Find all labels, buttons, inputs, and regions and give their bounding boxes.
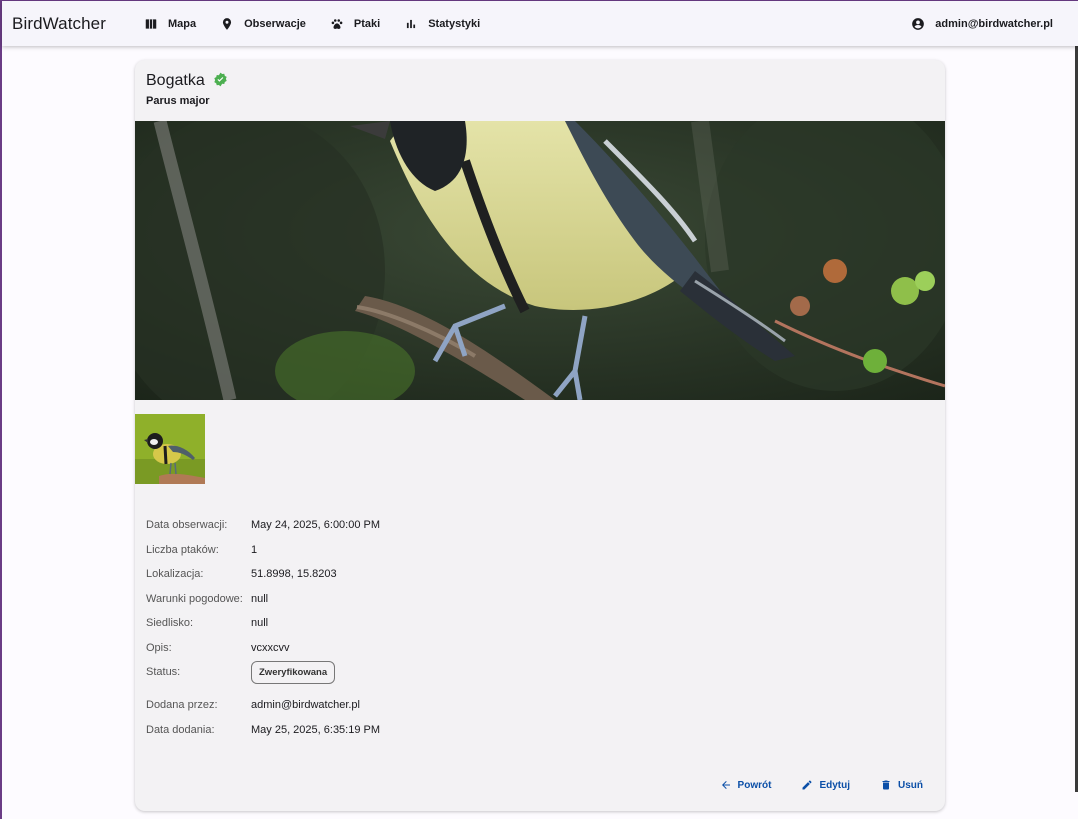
detail-value: May 25, 2025, 6:35:19 PM xyxy=(251,723,381,736)
detail-value: 51.8998, 15.8203 xyxy=(251,568,337,580)
back-button-label: Powrót xyxy=(737,779,772,791)
paw-icon xyxy=(331,18,343,29)
observation-card: Bogatka Parus major Data obserwacji: May… xyxy=(135,60,945,811)
edit-button-label: Edytuj xyxy=(819,779,850,791)
detail-value: May 24, 2025, 6:00:00 PM xyxy=(251,519,381,531)
nav-label: Mapa xyxy=(168,17,197,30)
detail-row-added-date: Data dodania: May 25, 2025, 6:35:19 PM xyxy=(146,724,380,749)
detail-label: Siedlisko: xyxy=(146,617,194,629)
user-email: admin@birdwatcher.pl xyxy=(935,17,1053,30)
map-icon xyxy=(145,18,157,29)
card-actions: Powrót Edytuj Usuń xyxy=(690,779,923,791)
observation-photo xyxy=(135,121,945,400)
top-toolbar: BirdWatcher Mapa Obserwacje Ptaki Statys… xyxy=(2,1,1078,46)
detail-row-habitat: Siedlisko: null xyxy=(146,617,380,642)
back-button[interactable]: Powrót xyxy=(720,779,772,791)
card-header: Bogatka Parus major xyxy=(146,72,228,107)
pencil-icon xyxy=(802,780,812,790)
delete-button[interactable]: Usuń xyxy=(880,779,923,791)
detail-label: Dodana przez: xyxy=(146,699,218,711)
detail-label: Warunki pogodowe: xyxy=(146,592,243,605)
status-badge: Zweryfikowana xyxy=(251,661,336,684)
photo-thumbnail[interactable] xyxy=(135,414,205,484)
detail-label: Status: xyxy=(146,666,181,678)
species-title: Bogatka xyxy=(146,72,205,89)
nav-item-obserwacje[interactable]: Obserwacje xyxy=(208,6,318,42)
verified-icon xyxy=(214,72,227,86)
arrow-left-icon xyxy=(721,781,730,789)
nav-item-mapa[interactable]: Mapa xyxy=(132,6,208,42)
detail-label: Opis: xyxy=(146,641,172,654)
delete-button-label: Usuń xyxy=(898,779,923,791)
nav-item-statystyki[interactable]: Statystyki xyxy=(392,6,492,42)
detail-row-date: Data obserwacji: May 24, 2025, 6:00:00 P… xyxy=(146,519,380,544)
observation-details: Data obserwacji: May 24, 2025, 6:00:00 P… xyxy=(146,519,380,748)
window-border-left xyxy=(0,0,2,819)
user-menu[interactable]: admin@birdwatcher.pl xyxy=(911,17,1053,31)
nav-label: Ptaki xyxy=(353,17,381,30)
detail-row-weather: Warunki pogodowe: null xyxy=(146,593,380,618)
detail-label: Lokalizacja: xyxy=(146,568,204,580)
nav-label: Statystyki xyxy=(428,17,481,30)
nav-item-ptaki[interactable]: Ptaki xyxy=(318,6,392,42)
app-brand[interactable]: BirdWatcher xyxy=(12,14,126,34)
detail-label: Liczba ptaków: xyxy=(146,543,219,556)
trash-icon xyxy=(882,780,890,790)
pin-icon xyxy=(223,17,232,30)
detail-value: 1 xyxy=(251,543,258,556)
edit-button[interactable]: Edytuj xyxy=(801,779,850,791)
detail-label: Data obserwacji: xyxy=(146,519,228,531)
detail-row-count: Liczba ptaków: 1 xyxy=(146,544,380,569)
detail-row-status: Status: Zweryfikowana xyxy=(146,661,380,699)
account-circle-icon xyxy=(912,17,925,30)
detail-value: null xyxy=(251,617,269,629)
detail-row-added-by: Dodana przez: admin@birdwatcher.pl xyxy=(146,699,380,724)
detail-value: vcxxcvv xyxy=(251,641,290,654)
detail-value: null xyxy=(251,592,269,605)
detail-label: Data dodania: xyxy=(146,723,215,736)
bar-chart-icon xyxy=(407,19,416,28)
detail-value: admin@birdwatcher.pl xyxy=(251,699,360,711)
nav-label: Obserwacje xyxy=(244,17,306,30)
detail-row-location: Lokalizacja: 51.8998, 15.8203 xyxy=(146,568,380,593)
latin-name: Parus major xyxy=(146,95,210,107)
main-nav: Mapa Obserwacje Ptaki Statystyki xyxy=(126,6,492,42)
